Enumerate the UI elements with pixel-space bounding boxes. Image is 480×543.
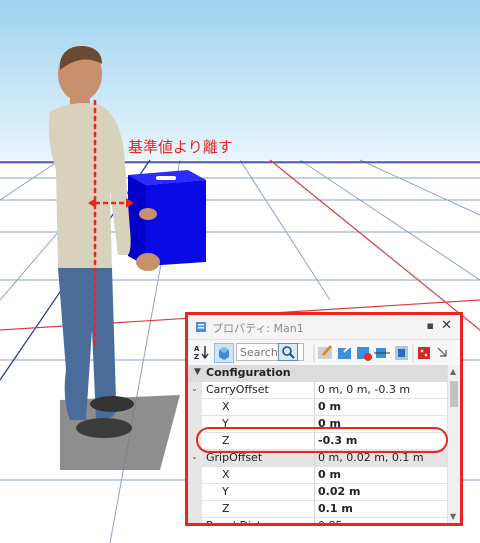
align-icon[interactable]	[374, 348, 390, 358]
property-value[interactable]: 0 m	[318, 468, 341, 481]
close-icon[interactable]: ✕	[441, 318, 452, 333]
sub-property-row[interactable]: Z 0.1 m	[188, 501, 460, 518]
property-name-cell: ReachDist	[188, 518, 315, 523]
property-name: ReachDist	[206, 519, 261, 523]
property-name-cell: ⌄ CarryOffset	[188, 382, 315, 398]
sub-property-row[interactable]: Y 0.02 m	[188, 484, 460, 501]
dice-icon[interactable]	[418, 347, 430, 359]
collapse-icon[interactable]	[437, 347, 447, 357]
offset-caption: 基準値より離す	[128, 138, 233, 156]
highlight-oval	[196, 427, 448, 453]
category-row[interactable]: ▼ Configuration	[188, 365, 460, 382]
row-gutter: ⌄	[188, 382, 202, 398]
properties-panel: プロパティ: Man1 ▪ ✕ AZ ▼Configuration⌄	[185, 312, 463, 526]
sub-property-row[interactable]: X 0 m	[188, 467, 460, 484]
property-name-cell: X	[188, 399, 315, 415]
expand-chevron-icon[interactable]: ⌄	[191, 452, 198, 461]
expand-chevron-icon[interactable]: ⌄	[191, 384, 198, 393]
vertical-scrollbar[interactable]: ▲ ▼	[447, 365, 460, 523]
collapse-triangle-icon[interactable]: ▼	[194, 367, 201, 377]
scroll-thumb[interactable]	[450, 381, 458, 407]
svg-text:Z: Z	[194, 353, 199, 360]
panel-title: プロパティ: Man1	[212, 322, 304, 335]
search-icon[interactable]	[278, 343, 298, 361]
row-gutter	[188, 399, 202, 415]
property-value[interactable]: 0.02 m	[318, 485, 360, 498]
scroll-up-icon[interactable]: ▲	[450, 367, 456, 376]
property-value[interactable]: 0 m	[318, 400, 341, 413]
category-label: Configuration	[206, 366, 291, 379]
property-value[interactable]: 0.85	[318, 519, 343, 523]
scroll-down-icon[interactable]: ▼	[450, 512, 456, 521]
panel-toolbar: AZ	[188, 340, 460, 367]
row-gutter	[188, 501, 202, 517]
sub-property-row[interactable]: X 0 m	[188, 399, 460, 416]
property-name-cell: X	[188, 467, 315, 483]
remove-icon[interactable]	[357, 347, 372, 361]
panel-titlebar: プロパティ: Man1 ▪ ✕	[188, 315, 460, 340]
carry-box	[128, 170, 206, 266]
property-name: X	[222, 468, 230, 481]
property-row[interactable]: ⌄ CarryOffset 0 m, 0 m, -0.3 m	[188, 382, 460, 399]
export-icon[interactable]	[338, 345, 351, 359]
row-gutter	[188, 518, 202, 523]
property-name: Y	[222, 485, 229, 498]
property-name-cell: Y	[188, 484, 315, 500]
pin-icon[interactable]: ▪	[427, 319, 434, 332]
row-gutter	[188, 467, 202, 483]
categorized-view-icon[interactable]	[214, 343, 234, 363]
row-gutter	[188, 484, 202, 500]
property-name: Z	[222, 502, 230, 515]
row-gutter: ⌄	[188, 450, 202, 466]
property-row[interactable]: ReachDist 0.85	[188, 518, 460, 523]
property-name: CarryOffset	[206, 383, 269, 396]
property-name-cell: Z	[188, 501, 315, 517]
copy-icon[interactable]	[395, 346, 408, 360]
svg-text:A: A	[194, 345, 200, 353]
edit-properties-icon[interactable]	[318, 345, 332, 359]
property-name: X	[222, 400, 230, 413]
property-value[interactable]: 0.1 m	[318, 502, 353, 515]
sort-alphabetical-icon[interactable]: AZ	[194, 344, 210, 361]
properties-icon	[196, 322, 206, 332]
property-value[interactable]: 0 m, 0 m, -0.3 m	[318, 383, 410, 396]
